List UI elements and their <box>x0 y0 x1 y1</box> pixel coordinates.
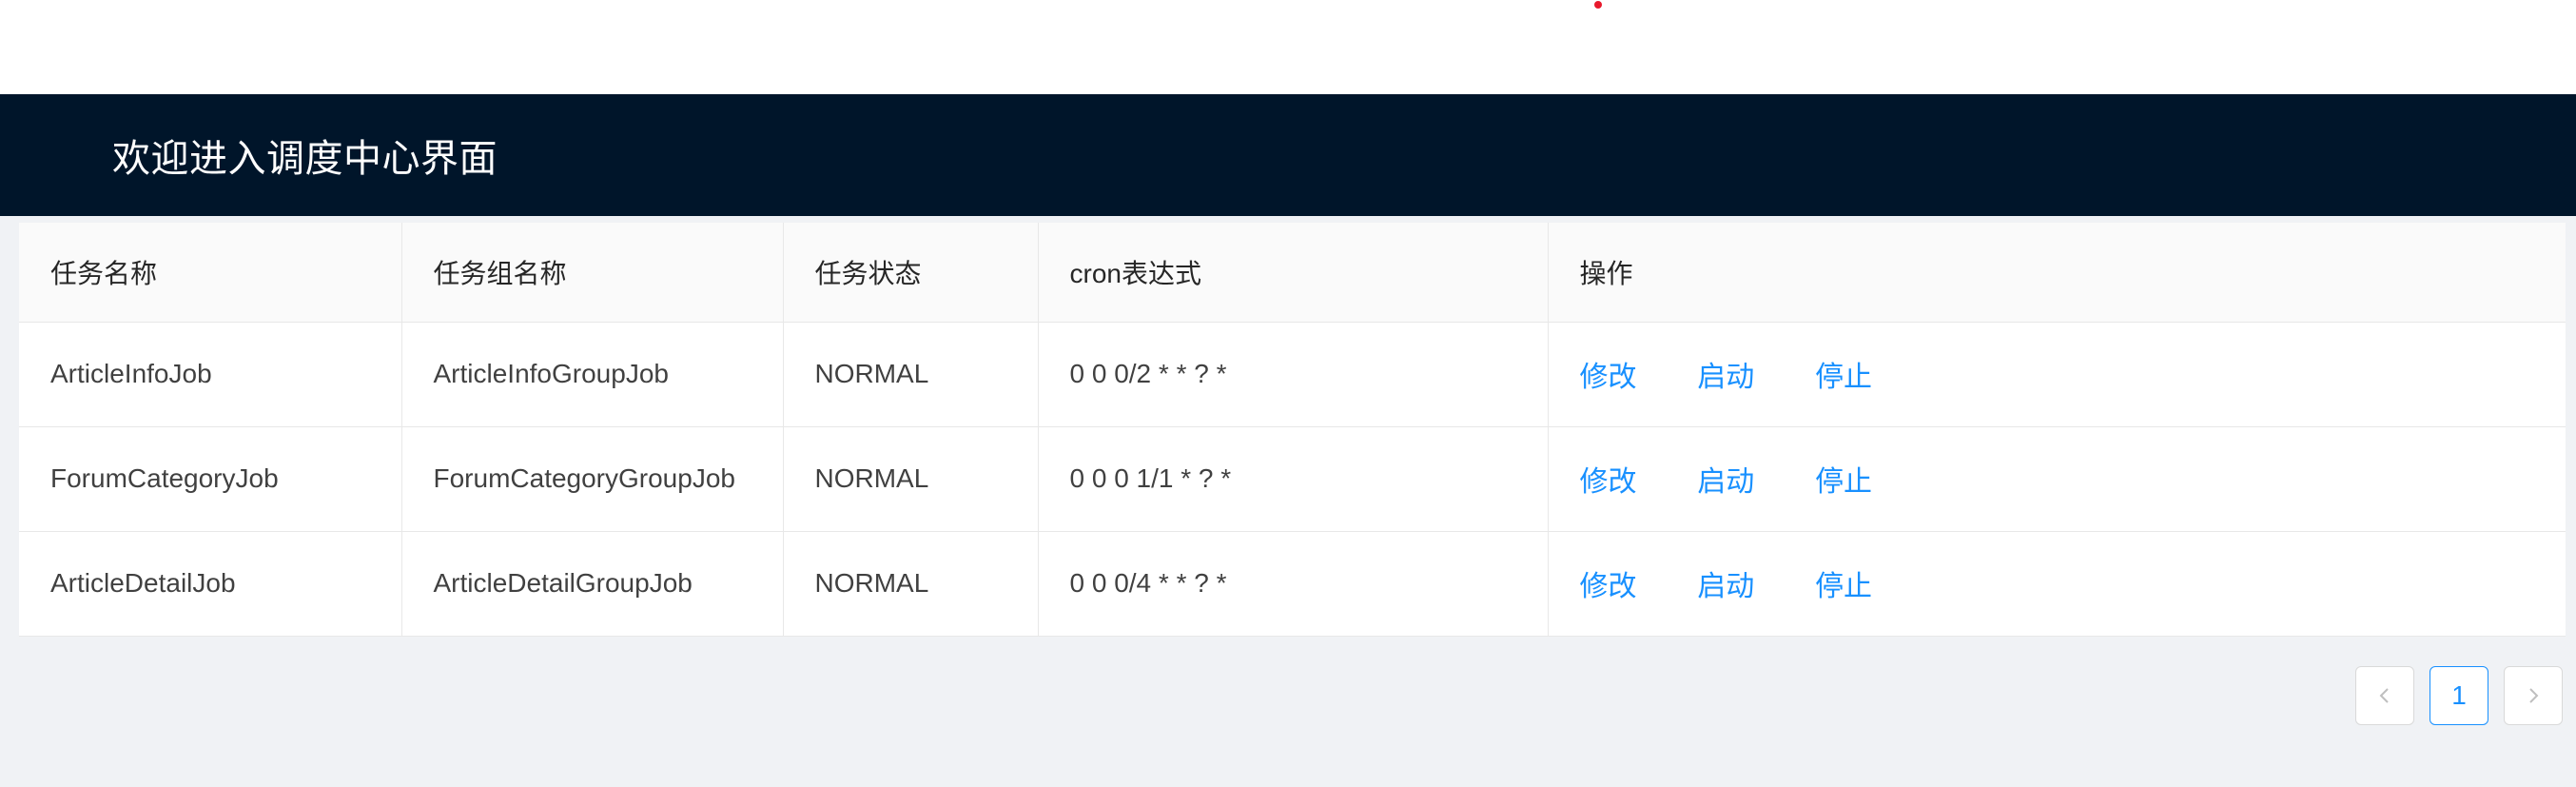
next-page-button[interactable] <box>2504 666 2563 725</box>
edit-link[interactable]: 修改 <box>1580 466 1637 498</box>
job-table-container: 任务名称 任务组名称 任务状态 cron表达式 操作 ArticleInfoJo… <box>19 223 2566 637</box>
start-link[interactable]: 启动 <box>1697 466 1754 498</box>
edit-link[interactable]: 修改 <box>1580 362 1637 393</box>
cron-cell: 0 0 0/2 * * ? * <box>1038 322 1549 427</box>
red-dot-marker <box>1594 1 1602 9</box>
chevron-left-icon <box>2379 688 2389 703</box>
start-link[interactable]: 启动 <box>1697 362 1754 393</box>
column-header-status: 任务状态 <box>783 223 1039 323</box>
column-header-group-name: 任务组名称 <box>401 223 784 323</box>
edit-link[interactable]: 修改 <box>1580 571 1637 602</box>
job-name-cell: ArticleDetailJob <box>19 531 402 637</box>
status-cell: NORMAL <box>783 426 1039 532</box>
table-header-row: 任务名称 任务组名称 任务状态 cron表达式 操作 <box>19 223 2566 323</box>
column-header-job-name: 任务名称 <box>19 223 402 323</box>
page-title: 欢迎进入调度中心界面 <box>112 138 498 180</box>
job-name-cell: ForumCategoryJob <box>19 426 402 532</box>
job-table: 任务名称 任务组名称 任务状态 cron表达式 操作 ArticleInfoJo… <box>19 223 2566 637</box>
stop-link[interactable]: 停止 <box>1815 362 1872 393</box>
status-cell: NORMAL <box>783 531 1039 637</box>
status-cell: NORMAL <box>783 322 1039 427</box>
cron-cell: 0 0 0 1/1 * ? * <box>1038 426 1549 532</box>
column-header-actions: 操作 <box>1548 223 2566 323</box>
stop-link[interactable]: 停止 <box>1815 466 1872 498</box>
actions-cell: 修改 启动 停止 <box>1548 426 2566 532</box>
column-header-cron: cron表达式 <box>1038 223 1549 323</box>
top-blank-area <box>0 0 2576 94</box>
table-row: ForumCategoryJob ForumCategoryGroupJob N… <box>19 426 2566 532</box>
page-header: 欢迎进入调度中心界面 <box>0 94 2576 216</box>
group-name-cell: ArticleDetailGroupJob <box>401 531 784 637</box>
actions-cell: 修改 启动 停止 <box>1548 531 2566 637</box>
group-name-cell: ArticleInfoGroupJob <box>401 322 784 427</box>
stop-link[interactable]: 停止 <box>1815 571 1872 602</box>
actions-cell: 修改 启动 停止 <box>1548 322 2566 427</box>
group-name-cell: ForumCategoryGroupJob <box>401 426 784 532</box>
prev-page-button[interactable] <box>2355 666 2414 725</box>
pagination: 1 <box>2355 666 2563 725</box>
chevron-right-icon <box>2529 688 2539 703</box>
job-name-cell: ArticleInfoJob <box>19 322 402 427</box>
cron-cell: 0 0 0/4 * * ? * <box>1038 531 1549 637</box>
table-row: ArticleDetailJob ArticleDetailGroupJob N… <box>19 531 2566 637</box>
start-link[interactable]: 启动 <box>1697 571 1754 602</box>
page-number-button[interactable]: 1 <box>2430 666 2488 725</box>
table-row: ArticleInfoJob ArticleInfoGroupJob NORMA… <box>19 322 2566 427</box>
